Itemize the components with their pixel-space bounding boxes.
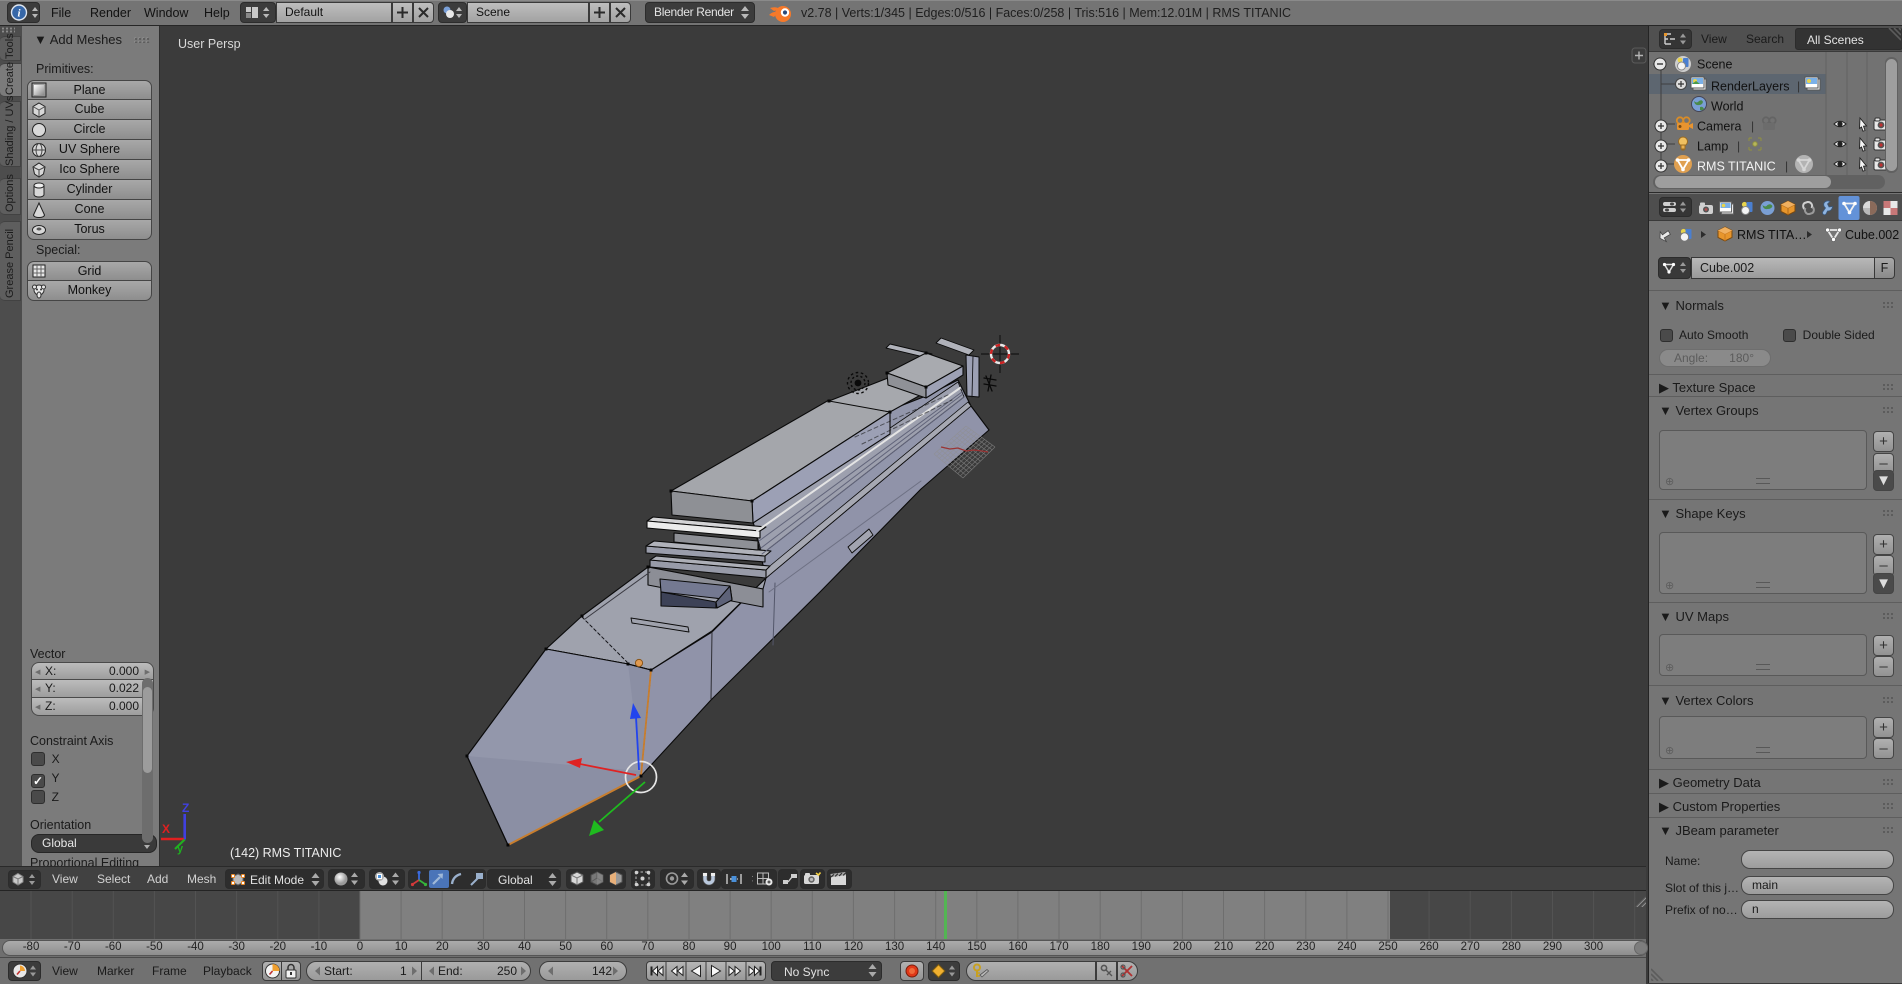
svg-text:(142) RMS TITANIC: (142) RMS TITANIC <box>230 846 341 860</box>
svg-text:World: World <box>1711 100 1743 114</box>
svg-text:|: | <box>1751 119 1754 133</box>
svg-text:Z: Z <box>182 801 189 815</box>
svg-text:|: | <box>1737 139 1740 153</box>
svg-text:X: X <box>162 822 170 836</box>
svg-text:Lamp: Lamp <box>1697 140 1728 154</box>
svg-text:RenderLayers: RenderLayers <box>1711 80 1790 94</box>
svg-text:RMS TITANIC: RMS TITANIC <box>1697 160 1776 174</box>
svg-text:|: | <box>1785 159 1788 173</box>
svg-text:Scene: Scene <box>1697 58 1732 72</box>
svg-text:User Persp: User Persp <box>178 37 241 51</box>
svg-text:RMS TITA…: RMS TITA… <box>1737 228 1807 242</box>
svg-text:Camera: Camera <box>1697 120 1742 134</box>
svg-text:Cube.002: Cube.002 <box>1845 228 1899 242</box>
svg-text:|: | <box>1797 79 1800 93</box>
svg-text:y: y <box>177 843 184 855</box>
